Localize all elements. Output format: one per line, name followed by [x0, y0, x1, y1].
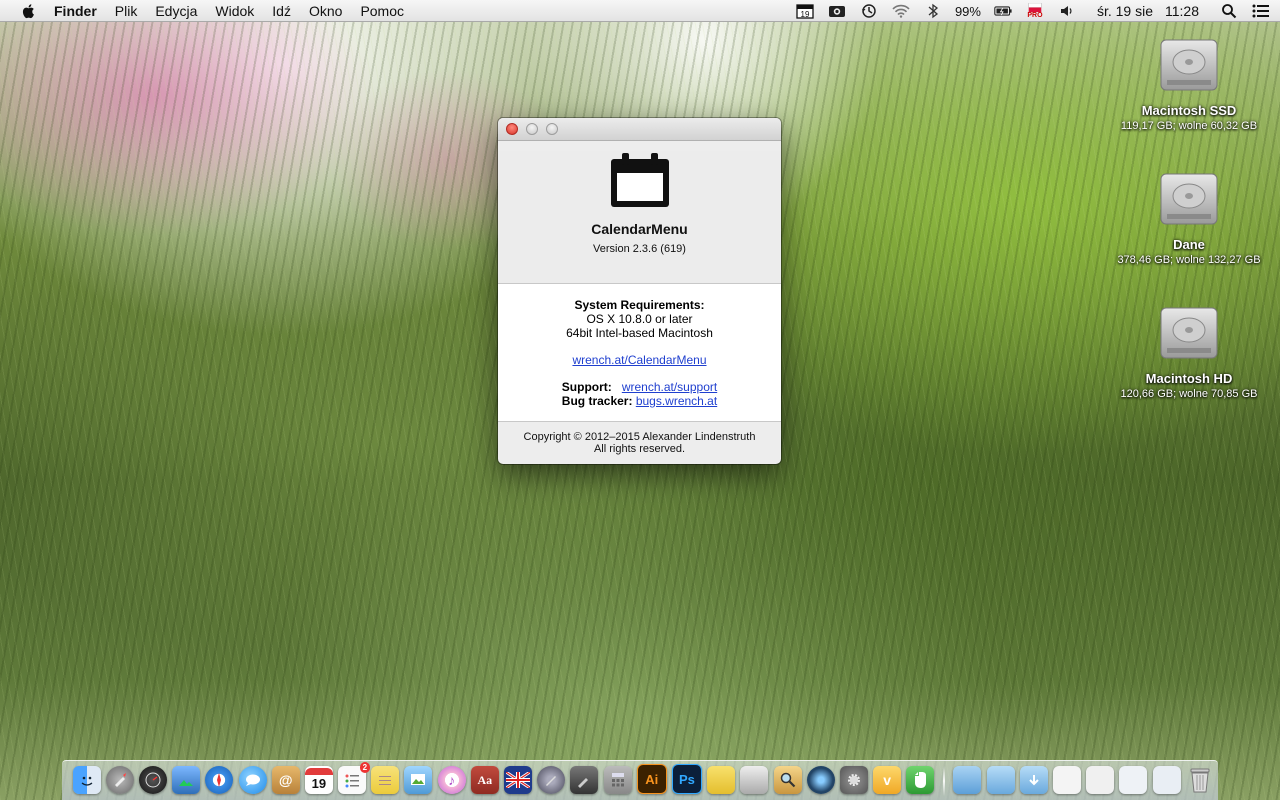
- screenshot-camera-icon[interactable]: [828, 3, 846, 19]
- input-source-label: PRO: [1027, 12, 1043, 19]
- input-source-flag-icon[interactable]: PRO: [1026, 3, 1044, 19]
- illustrator-icon[interactable]: Ai: [636, 764, 667, 794]
- dashboard-icon[interactable]: [138, 766, 167, 794]
- finder-icon[interactable]: [72, 766, 101, 794]
- calendar-icon[interactable]: 19: [304, 766, 333, 794]
- about-body: System Requirements: OS X 10.8.0 or late…: [498, 284, 781, 422]
- stickies-icon[interactable]: [707, 766, 736, 794]
- preview-icon[interactable]: [172, 766, 201, 794]
- document-stack-1-icon[interactable]: [1053, 766, 1082, 794]
- menu-okno[interactable]: Okno: [309, 3, 342, 19]
- menu-bar: Finder Plik Edycja Widok Idź Okno Pomoc …: [0, 0, 1280, 22]
- bluetooth-icon[interactable]: [924, 3, 942, 19]
- system-preferences-icon[interactable]: [839, 766, 868, 794]
- script-editor-icon[interactable]: [537, 766, 566, 794]
- requirements-title: System Requirements:: [574, 298, 705, 312]
- calendar-app-icon: [610, 153, 669, 207]
- menu-app-name[interactable]: Finder: [54, 3, 97, 19]
- menu-edycja[interactable]: Edycja: [155, 3, 197, 19]
- launchpad-icon[interactable]: [105, 766, 134, 794]
- app-version: Version 2.3.6 (619): [593, 243, 686, 255]
- vox-app-icon[interactable]: v: [873, 766, 902, 794]
- dock-calendar-day: 19: [311, 775, 327, 791]
- itunes-icon[interactable]: ♪: [437, 766, 466, 794]
- desktop-drive-dane[interactable]: Dane 378,46 GB; wolne 132,27 GB: [1099, 166, 1279, 266]
- about-footer: Copyright © 2012–2015 Alexander Lindenst…: [498, 422, 781, 455]
- menu-widok[interactable]: Widok: [215, 3, 254, 19]
- documents-folder-icon[interactable]: [986, 766, 1015, 794]
- magnifier-icon[interactable]: [773, 766, 802, 794]
- notification-center-icon[interactable]: [1252, 3, 1270, 19]
- drive-info: 378,46 GB; wolne 132,27 GB: [1117, 254, 1261, 266]
- desktop-drive-macintosh-ssd[interactable]: Macintosh SSD 119,17 GB; wolne 60,32 GB: [1099, 32, 1279, 132]
- menu-plik[interactable]: Plik: [115, 3, 138, 19]
- battery-icon[interactable]: [994, 3, 1012, 19]
- dictionary-icon[interactable]: Aa: [470, 766, 499, 794]
- dock-separator: [942, 766, 945, 796]
- photoshop-label: Ps: [679, 771, 695, 787]
- menu-pomoc[interactable]: Pomoc: [360, 3, 404, 19]
- homepage-link[interactable]: wrench.at/CalendarMenu: [572, 353, 706, 367]
- close-button[interactable]: [506, 123, 518, 135]
- evernote-icon[interactable]: [906, 766, 935, 794]
- dock: @ 19 2 ♪ Aa Ai Ps v: [62, 760, 1218, 800]
- about-window: CalendarMenu Version 2.3.6 (619) System …: [498, 118, 781, 464]
- reminders-badge: 2: [359, 762, 371, 773]
- calculator-icon[interactable]: [603, 766, 632, 794]
- reminders-icon[interactable]: 2: [338, 762, 371, 794]
- trash-icon[interactable]: [1186, 766, 1214, 794]
- drive-info: 119,17 GB; wolne 60,32 GB: [1120, 120, 1258, 132]
- spotlight-search-icon[interactable]: [1220, 3, 1238, 19]
- applications-folder-icon[interactable]: [953, 766, 982, 794]
- battery-percent: 99%: [954, 3, 981, 19]
- drive-name: Dane: [1173, 237, 1205, 252]
- apple-menu-icon[interactable]: [20, 2, 38, 20]
- uk-flag-app-icon[interactable]: [504, 766, 533, 794]
- menu-idz[interactable]: Idź: [272, 3, 291, 19]
- desktop-drive-macintosh-hd[interactable]: Macintosh HD 120,66 GB; wolne 70,85 GB: [1099, 300, 1279, 400]
- bugtracker-link[interactable]: bugs.wrench.at: [636, 394, 717, 408]
- requirement-os: OS X 10.8.0 or later: [586, 312, 693, 326]
- zoom-button[interactable]: [546, 123, 558, 135]
- hard-drive-icon: [1160, 173, 1218, 225]
- illustrator-label: Ai: [645, 771, 659, 787]
- menu-clock[interactable]: 11:28: [1165, 3, 1199, 19]
- wifi-icon[interactable]: [892, 3, 910, 19]
- support-link[interactable]: wrench.at/support: [622, 380, 717, 394]
- photoshop-icon[interactable]: Ps: [671, 764, 702, 794]
- volume-icon[interactable]: [1058, 3, 1076, 19]
- system-utility-icon[interactable]: [570, 766, 599, 794]
- requirement-hardware: 64bit Intel-based Macintosh: [566, 326, 713, 340]
- time-machine-icon[interactable]: [860, 3, 878, 19]
- document-stack-3-icon[interactable]: [1119, 766, 1148, 794]
- document-stack-2-icon[interactable]: [1086, 766, 1115, 794]
- file-manager-icon[interactable]: [740, 766, 769, 794]
- messages-icon[interactable]: [238, 766, 267, 794]
- hard-drive-icon: [1160, 39, 1218, 91]
- contacts-icon[interactable]: @: [271, 766, 300, 794]
- calendar-menu-day: 19: [800, 10, 809, 19]
- notes-icon[interactable]: [371, 766, 400, 794]
- safari-icon[interactable]: [205, 766, 234, 794]
- window-titlebar[interactable]: [498, 118, 781, 141]
- rights-text: All rights reserved.: [593, 443, 686, 455]
- about-header: CalendarMenu Version 2.3.6 (619): [498, 151, 781, 284]
- drive-info: 120,66 GB; wolne 70,85 GB: [1120, 388, 1258, 400]
- drive-name: Macintosh SSD: [1141, 103, 1237, 118]
- photo-app-icon[interactable]: [404, 766, 433, 794]
- bugtracker-label: Bug tracker:: [561, 394, 633, 408]
- app-name: CalendarMenu: [591, 221, 688, 237]
- network-app-icon[interactable]: [806, 766, 835, 794]
- calendar-menu-icon[interactable]: 19: [796, 3, 814, 19]
- menu-date[interactable]: śr. 19 sie: [1097, 3, 1153, 19]
- status-area: 19 99% PRO śr. 19 sie 11:28: [789, 0, 1280, 22]
- dictionary-label: Aa: [477, 772, 493, 787]
- document-stack-4-icon[interactable]: [1152, 766, 1181, 794]
- support-label: Support:: [561, 380, 612, 394]
- drive-name: Macintosh HD: [1145, 371, 1233, 386]
- minimize-button[interactable]: [526, 123, 538, 135]
- hard-drive-icon: [1160, 307, 1218, 359]
- copyright-text: Copyright © 2012–2015 Alexander Lindenst…: [523, 431, 756, 443]
- downloads-folder-icon[interactable]: [1019, 766, 1048, 794]
